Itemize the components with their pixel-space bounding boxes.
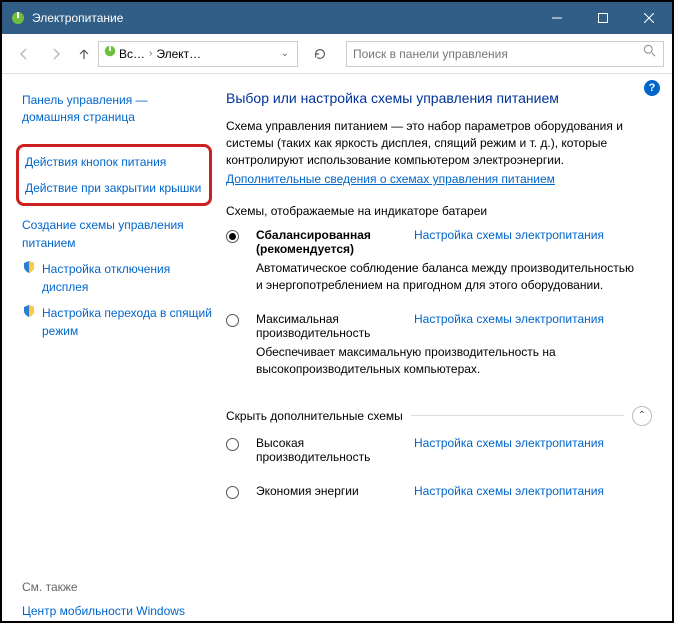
window: Электропитание Вс… › Элект… ⌄ ? Панель у… [0,0,674,623]
sidebar-link-display-off[interactable]: Настройка отключения дисплея [22,260,212,296]
back-button[interactable] [10,40,38,68]
power-icon [10,10,26,26]
up-button[interactable] [74,40,94,68]
change-plan-link[interactable]: Настройка схемы электропитания [414,228,652,242]
titlebar: Электропитание [2,2,672,34]
sidebar-link-sleep[interactable]: Настройка перехода в спящий режим [22,304,212,340]
minimize-button[interactable] [534,2,580,34]
sidebar: Панель управления — домашняя страница Де… [2,74,222,621]
radio-balanced[interactable] [226,230,239,243]
sidebar-link-mobility-center[interactable]: Центр мобильности Windows [22,602,212,620]
plan-description: Автоматическое соблюдение баланса между … [256,260,652,294]
address-bar[interactable]: Вс… › Элект… ⌄ [98,41,298,67]
radio-max[interactable] [226,314,239,327]
chevron-up-icon[interactable]: ⌃ [632,406,652,426]
breadcrumb-seg[interactable]: Вс… [117,47,147,61]
toolbar: Вс… › Элект… ⌄ [2,34,672,74]
search-box[interactable] [346,41,664,67]
page-description: Схема управления питанием — это набор па… [226,118,652,168]
change-plan-link[interactable]: Настройка схемы электропитания [414,436,652,450]
close-button[interactable] [626,2,672,34]
see-also-heading: См. также [22,580,212,594]
plan-eco: Экономия энергии Настройка схемы электро… [226,484,652,499]
plan-name[interactable]: Максимальная производительность [256,312,406,340]
plan-high: Высокая производительность Настройка схе… [226,436,652,464]
divider [411,415,624,416]
highlight-annotation: Действия кнопок питания Действие при зак… [16,144,212,206]
plan-name[interactable]: Сбалансированная (рекомендуется) [256,228,406,256]
sidebar-link-power-buttons[interactable]: Действия кнопок питания [25,153,203,171]
plan-description: Обеспечивает максимальную производительн… [256,344,652,378]
breadcrumb-seg[interactable]: Элект… [154,47,203,61]
search-input[interactable] [353,47,643,61]
change-plan-link[interactable]: Настройка схемы электропитания [414,312,652,326]
control-panel-home-link[interactable]: Панель управления — домашняя страница [22,92,212,126]
window-title: Электропитание [32,11,534,25]
maximize-button[interactable] [580,2,626,34]
radio-high[interactable] [226,438,239,451]
power-icon [103,44,117,63]
shield-icon [22,304,36,318]
hide-additional-row[interactable]: Скрыть дополнительные схемы ⌃ [226,406,652,426]
plan-name[interactable]: Экономия энергии [256,484,406,498]
chevron-right-icon: › [147,48,154,59]
radio-eco[interactable] [226,486,239,499]
refresh-button[interactable] [306,41,334,67]
more-info-link[interactable]: Дополнительные сведения о схемах управле… [226,172,555,186]
plan-name[interactable]: Высокая производительность [256,436,406,464]
plan-balanced: Сбалансированная (рекомендуется) Настрой… [226,228,652,306]
hide-additional-label: Скрыть дополнительные схемы [226,409,403,423]
shield-icon [22,260,36,274]
content: ? Панель управления — домашняя страница … [2,74,672,621]
plan-max: Максимальная производительность Настройк… [226,312,652,390]
sidebar-link-lid-action[interactable]: Действие при закрытии крышки [25,179,203,197]
chevron-down-icon[interactable]: ⌄ [277,48,293,59]
sidebar-link-create-plan[interactable]: Создание схемы управления питанием [22,216,212,252]
change-plan-link[interactable]: Настройка схемы электропитания [414,484,652,498]
forward-button[interactable] [42,40,70,68]
main-panel: Выбор или настройка схемы управления пит… [222,74,672,621]
search-icon[interactable] [643,44,657,63]
page-heading: Выбор или настройка схемы управления пит… [226,90,652,106]
section-battery-heading: Схемы, отображаемые на индикаторе батаре… [226,204,652,218]
